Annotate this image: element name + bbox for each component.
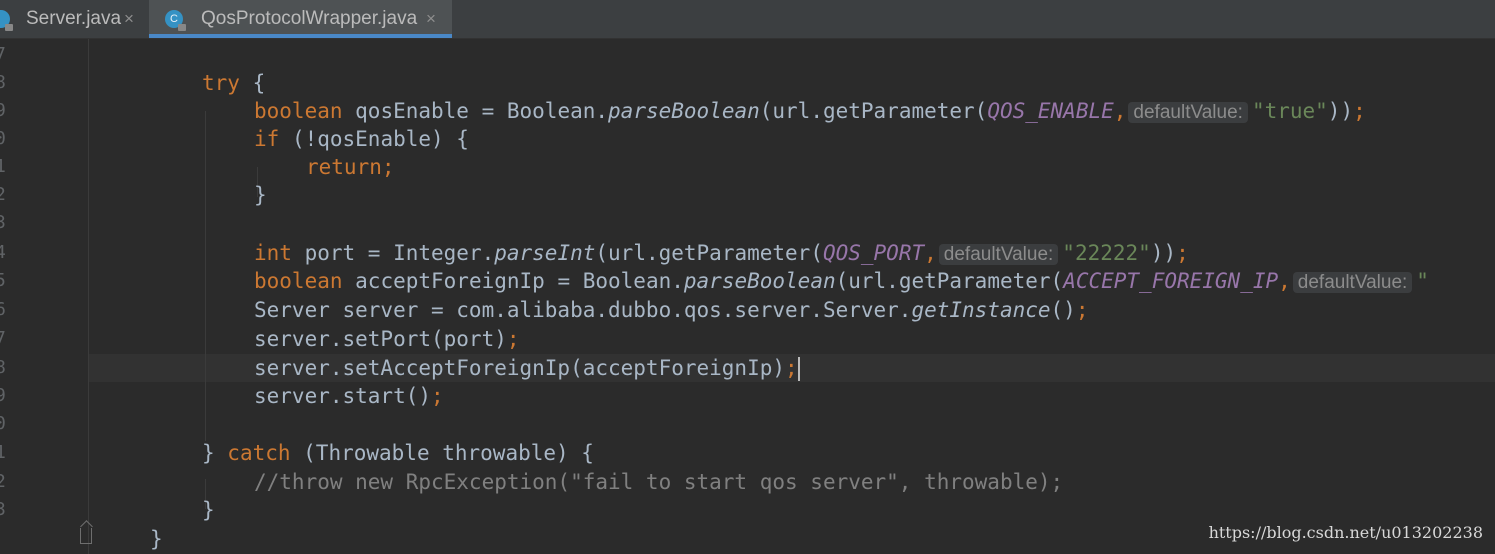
parameter-hint: defaultValue: — [938, 244, 1059, 265]
code-line: 2 //throw new RpcException("fail to star… — [0, 468, 1495, 496]
watermark: https://blog.csdn.net/u013202238 — [1208, 523, 1483, 542]
tab-label: QosProtocolWrapper.java — [201, 8, 418, 29]
interface-lock-icon — [0, 10, 13, 31]
code-line: 1 return; — [0, 153, 1495, 181]
parameter-hint: defaultValue: — [1292, 272, 1413, 293]
code-line: 6 Server server = com.alibaba.dubbo.qos.… — [0, 296, 1495, 324]
line-number: 2 — [0, 471, 6, 492]
code-line: 3 — [0, 209, 1495, 237]
line-number: 8 — [0, 357, 6, 378]
code-line: 2 } — [0, 181, 1495, 209]
line-number: 9 — [0, 385, 6, 406]
line-number: 1 — [0, 156, 6, 177]
line-number: 7 — [0, 328, 6, 349]
code-line: 9 server.start(); — [0, 382, 1495, 410]
code-line: 8 server.setAcceptForeignIp(acceptForeig… — [0, 354, 1495, 382]
class-lock-icon: C — [165, 10, 186, 31]
line-number: 4 — [0, 242, 6, 263]
line-number: 7 — [0, 44, 6, 65]
line-number: 5 — [0, 270, 6, 291]
text-cursor — [797, 357, 800, 381]
parameter-hint: defaultValue: — [1128, 102, 1248, 123]
code-editor[interactable]: 7 8 try { 9 boolean qosEnable = Boolean.… — [0, 39, 1495, 554]
tab-label: Server.java — [26, 8, 122, 29]
code-line: 4 int port = Integer.parseInt(url.getPar… — [0, 239, 1495, 267]
line-number: 3 — [0, 212, 6, 233]
code-line: 3 } — [0, 496, 1495, 524]
editor-tab-bar: Server.java × C QosProtocolWrapper.java … — [0, 0, 1495, 39]
code-line: 7 — [0, 41, 1495, 69]
close-icon[interactable]: × — [426, 0, 436, 38]
code-line: 5 boolean acceptForeignIp = Boolean.pars… — [0, 267, 1495, 295]
line-number: 0 — [0, 413, 6, 434]
line-number: 1 — [0, 442, 6, 463]
code-line: 1 } catch (Throwable throwable) { — [0, 439, 1495, 467]
line-number: 0 — [0, 128, 6, 149]
code-line: 8 try { — [0, 69, 1495, 97]
close-icon[interactable]: × — [124, 0, 134, 38]
line-number: 2 — [0, 184, 6, 205]
code-line: 0 — [0, 410, 1495, 438]
code-line: 0 if (!qosEnable) { — [0, 125, 1495, 153]
line-number: 8 — [0, 72, 6, 93]
line-number: 9 — [0, 100, 6, 121]
line-number: 3 — [0, 499, 6, 520]
code-line: 7 server.setPort(port); — [0, 325, 1495, 353]
code-line: 9 boolean qosEnable = Boolean.parseBoole… — [0, 97, 1495, 125]
fold-marker-icon[interactable] — [80, 528, 92, 544]
tab-server-java[interactable]: Server.java × — [0, 0, 148, 38]
tab-qosprotocolwrapper-java[interactable]: C QosProtocolWrapper.java × — [149, 0, 452, 38]
line-number: 6 — [0, 299, 6, 320]
